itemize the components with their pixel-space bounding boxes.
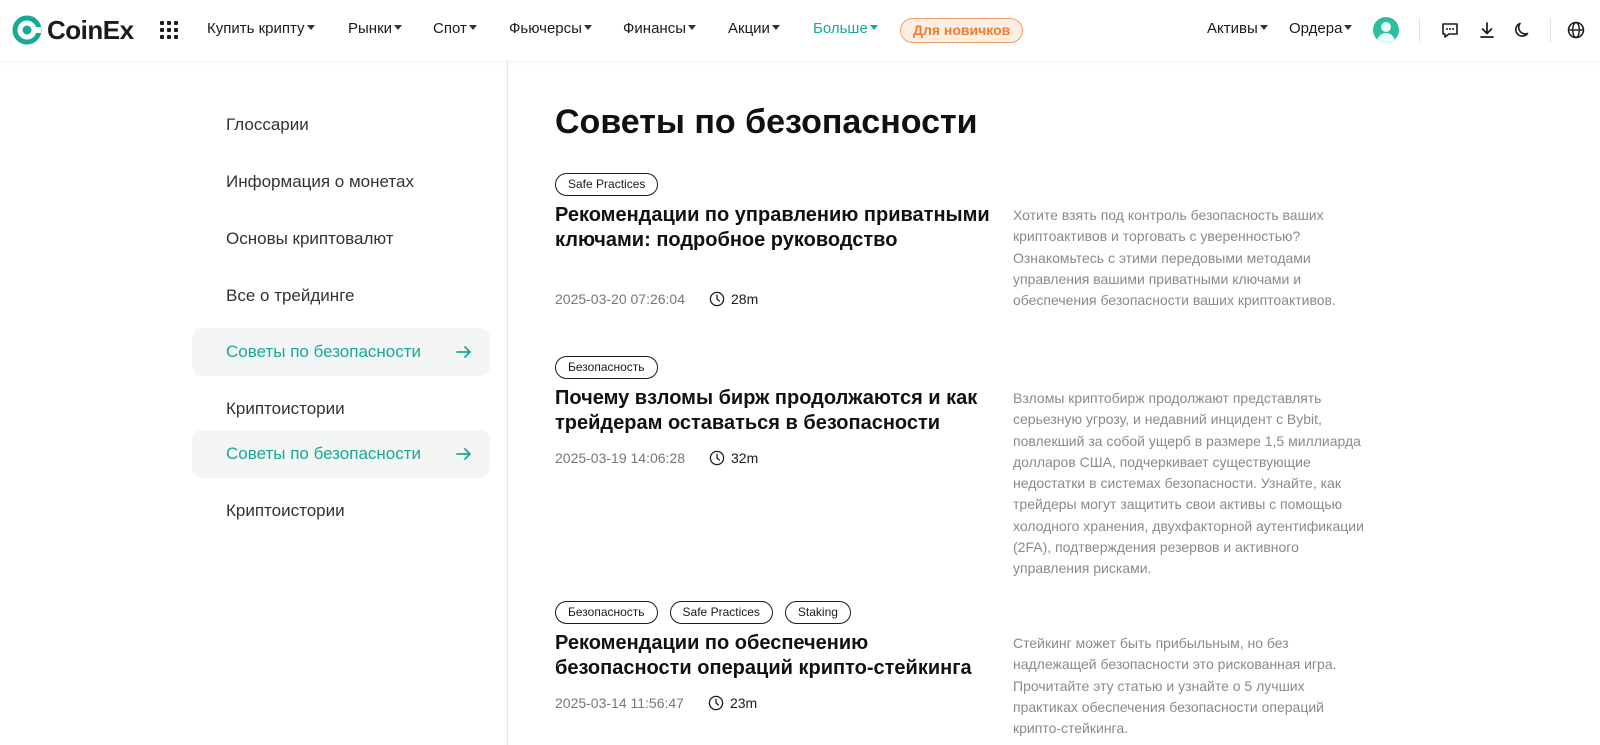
article-tags: Безопасность xyxy=(555,356,1555,380)
chat-icon[interactable] xyxy=(1440,20,1460,40)
caret-down-icon xyxy=(306,25,315,30)
nav-label: Акции xyxy=(728,20,770,37)
page-title: Советы по безопасности xyxy=(555,103,978,141)
clock-icon xyxy=(709,450,725,466)
nav-label: Спот xyxy=(433,20,467,37)
sidebar-item-label: Криптоистории xyxy=(226,399,345,418)
avatar[interactable] xyxy=(1373,17,1399,43)
sidebar-divider xyxy=(507,60,508,745)
caret-down-icon xyxy=(771,25,780,30)
caret-down-icon xyxy=(583,25,592,30)
header-divider xyxy=(1550,18,1551,42)
nav-finance[interactable]: Финансы xyxy=(623,20,696,37)
article-tags: Безопасность Safe Practices Staking xyxy=(555,601,1555,625)
article-duration: 28m xyxy=(731,291,759,307)
sidebar-item-label: Глоссарии xyxy=(226,115,309,134)
sidebar-item-label: Информация о монетах xyxy=(226,172,414,191)
tag[interactable]: Безопасность xyxy=(555,356,658,379)
tag[interactable]: Безопасность xyxy=(555,601,658,624)
nav-futures[interactable]: Фьючерсы xyxy=(509,20,592,37)
article-title[interactable]: Рекомендации по обеспечению безопасности… xyxy=(555,631,1000,681)
sidebar-item-security-tips[interactable]: Советы по безопасности xyxy=(192,430,490,478)
sidebar-item-glossary[interactable]: Глоссарии xyxy=(192,101,490,149)
article-description: Хотите взять под контроль безопасность в… xyxy=(1013,207,1336,309)
sidebar-item-label: Все о трейдинге xyxy=(226,286,355,305)
sidebar-item-crypto-basics[interactable]: Основы криптовалют xyxy=(192,215,490,263)
sidebar-item-label: Криптоистории xyxy=(226,501,345,520)
tag[interactable]: Staking xyxy=(784,601,851,624)
nav-label: Финансы xyxy=(623,20,686,37)
tag[interactable]: Safe Practices xyxy=(669,601,773,624)
globe-icon[interactable] xyxy=(1566,20,1586,40)
sidebar-item-coin-info[interactable]: Информация о монетах xyxy=(192,158,490,206)
sidebar-item-trading[interactable]: Все о трейдинге xyxy=(192,272,490,320)
nav-buy-crypto[interactable]: Купить крипту xyxy=(207,20,315,37)
nav-label: Рынки xyxy=(348,20,393,37)
sidebar-item-label: Советы по безопасности xyxy=(226,444,422,463)
article-card[interactable]: Безопасность Почему взломы бирж продолжа… xyxy=(555,356,1555,576)
article-description: Стейкинг может быть прибыльным, но без н… xyxy=(1013,635,1337,737)
arrow-right-icon xyxy=(456,346,471,358)
nav-stocks[interactable]: Акции xyxy=(728,20,780,37)
caret-down-icon xyxy=(394,25,403,30)
article-tags: Safe Practices xyxy=(555,173,1555,197)
caret-down-icon xyxy=(1259,25,1268,30)
caret-down-icon xyxy=(687,25,696,30)
article-duration: 23m xyxy=(729,695,758,711)
article-meta: 2025-03-20 07:26:04 28m xyxy=(555,291,758,307)
article-meta: 2025-03-19 14:06:28 32m xyxy=(555,450,758,466)
nav-markets[interactable]: Рынки xyxy=(348,20,403,37)
nav-label: Купить крипту xyxy=(207,20,305,37)
article-date: 2025-03-14 11:56:47 xyxy=(555,695,684,711)
coinex-logo-icon xyxy=(12,15,42,45)
coinex-logo[interactable]: CoinEx xyxy=(12,14,134,46)
clock-icon xyxy=(708,695,724,711)
header-divider xyxy=(1419,18,1420,42)
nav-label: Фьючерсы xyxy=(509,20,582,37)
article-title[interactable]: Почему взломы бирж продолжаются и как тр… xyxy=(555,386,1000,436)
caret-down-icon xyxy=(468,25,477,30)
nav-spot[interactable]: Спот xyxy=(433,20,477,37)
tag[interactable]: Safe Practices xyxy=(555,173,659,196)
article-date: 2025-03-20 07:26:04 xyxy=(555,291,685,307)
article-description: Взломы криптобирж продолжают представлят… xyxy=(1013,390,1364,577)
sidebar-item-label: Советы по безопасности xyxy=(226,342,422,361)
arrow-right-icon xyxy=(456,448,471,460)
nav-label: Активы xyxy=(1207,20,1258,37)
caret-down-icon xyxy=(869,25,878,30)
article-date: 2025-03-19 14:06:28 xyxy=(555,450,685,466)
article-card[interactable]: Безопасность Safe Practices Staking Реко… xyxy=(555,601,1555,736)
nav-label: Больше xyxy=(813,20,868,37)
moon-icon[interactable] xyxy=(1513,20,1533,40)
article-card[interactable]: Safe Practices Рекомендации по управлени… xyxy=(555,173,1555,308)
sidebar-item-label: Основы криптовалют xyxy=(226,229,394,248)
sidebar-item-crypto-stories[interactable]: Криптоистории xyxy=(192,385,490,433)
caret-down-icon xyxy=(1344,25,1353,30)
nav-assets[interactable]: Активы xyxy=(1207,20,1268,37)
nav-more[interactable]: Больше xyxy=(813,20,878,37)
top-header: CoinEx Купить крипту Рынки Спот Фьючерсы… xyxy=(0,0,1600,60)
sidebar-item-security-tips[interactable]: Советы по безопасности xyxy=(192,328,490,376)
newbie-button[interactable]: Для новичков xyxy=(900,18,1024,43)
apps-grid-icon[interactable] xyxy=(160,21,178,39)
clock-icon xyxy=(709,291,725,307)
article-meta: 2025-03-14 11:56:47 23m xyxy=(555,695,757,711)
nav-orders[interactable]: Ордера xyxy=(1289,20,1353,37)
logo-text: CoinEx xyxy=(47,14,134,45)
article-duration: 32m xyxy=(731,450,759,466)
nav-label: Ордера xyxy=(1289,20,1343,37)
article-title[interactable]: Рекомендации по управлению приватными кл… xyxy=(555,203,1000,253)
download-icon[interactable] xyxy=(1477,20,1497,40)
sidebar-item-crypto-stories[interactable]: Криптоистории xyxy=(192,487,490,535)
